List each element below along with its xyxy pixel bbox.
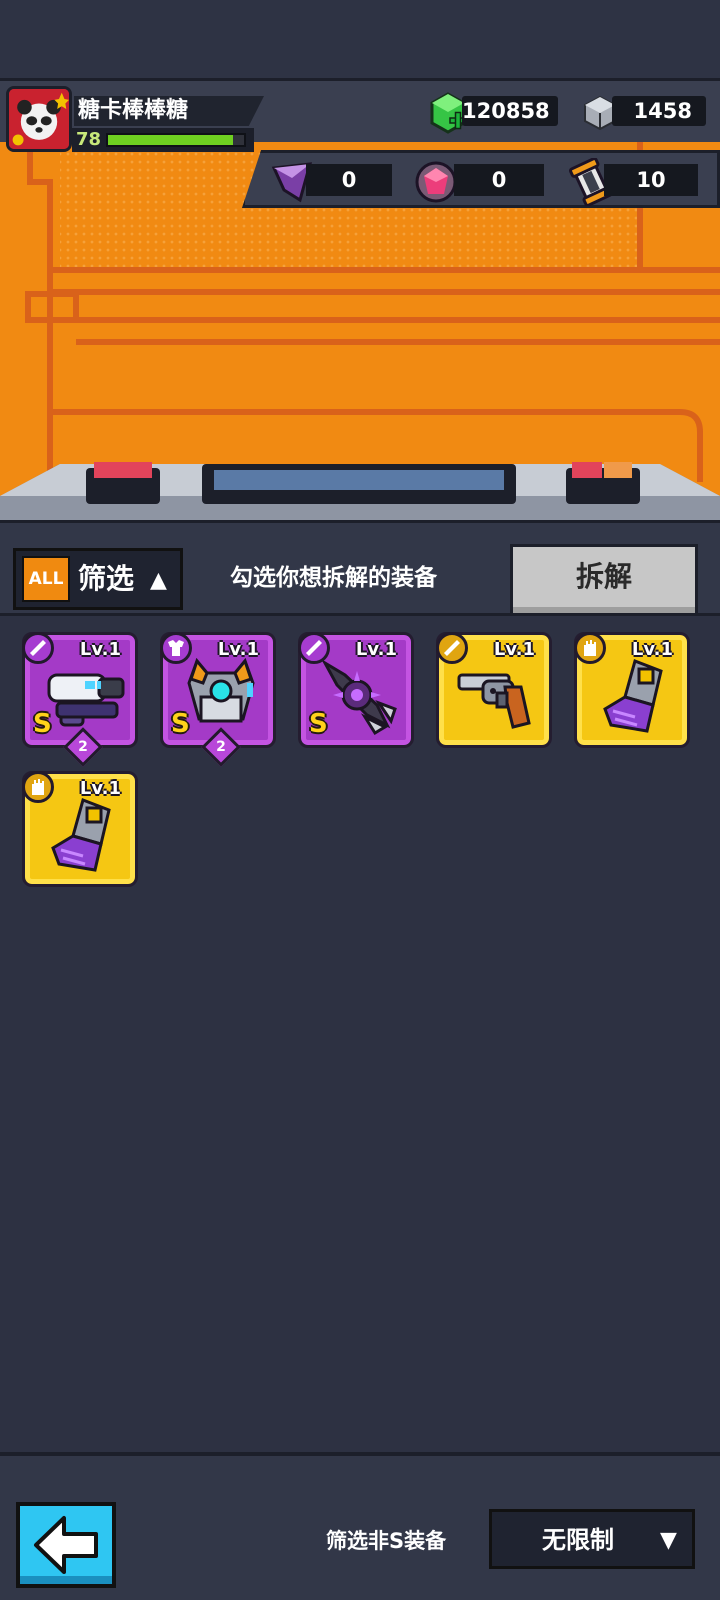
inventory-item-power-gauntlet[interactable]: Lv.1 [574, 632, 690, 748]
sword-icon [22, 632, 54, 664]
saw-blade-weapon-icon [321, 658, 397, 736]
resource-count-scroll: 10 [604, 164, 698, 196]
limit-value: 无限制 [542, 1526, 614, 1554]
resource-count-gem: 0 [454, 164, 544, 196]
gem-count: 120858 [462, 96, 558, 126]
power-gauntlet-icon [51, 798, 111, 872]
back-arrow-icon [34, 1516, 98, 1574]
stack-count: 2 [216, 739, 226, 755]
power-gauntlet-icon [603, 659, 663, 733]
mech-armor-icon [187, 657, 255, 723]
xp-fill [108, 135, 234, 145]
armor-icon [160, 632, 192, 664]
player-avatar[interactable] [6, 86, 72, 152]
cube-count: 1458 [612, 96, 706, 126]
inventory-item-power-gauntlet[interactable]: Lv.1 [22, 771, 138, 887]
inventory-item-mech-armor[interactable]: Lv.1 S 2 [160, 632, 276, 767]
console-ledge [0, 462, 720, 520]
chevron-down-icon: ▼ [660, 1528, 677, 1553]
filter-label: 筛选 [78, 562, 135, 595]
sword-icon [298, 632, 330, 664]
filter-arrow-up-icon: ▲ [150, 568, 167, 593]
item-level: Lv.1 [631, 639, 673, 660]
glove-icon [22, 771, 54, 803]
panda-avatar-icon [9, 89, 69, 149]
item-level: Lv.1 [79, 778, 121, 799]
sword-icon [436, 632, 468, 664]
item-grade: S [33, 709, 52, 739]
item-grade: S [309, 709, 328, 739]
xp-bar [106, 133, 246, 147]
laser-blaster-icon [47, 673, 125, 727]
dismantle-hint: 勾选你想拆解的装备 [230, 565, 437, 591]
stack-count: 2 [78, 739, 88, 755]
item-level: Lv.1 [79, 639, 121, 660]
revolver-icon [457, 673, 531, 729]
resource-count-shard: 0 [306, 164, 392, 196]
item-grade: S [171, 709, 190, 739]
item-level: Lv.1 [355, 639, 397, 660]
all-badge: ALL [22, 556, 70, 602]
status-strip [0, 0, 720, 80]
inventory-item-revolver[interactable]: Lv.1 [436, 632, 552, 748]
item-level: Lv.1 [217, 639, 259, 660]
filter-button[interactable]: ALL 筛选 ▲ [13, 548, 183, 610]
back-button[interactable] [16, 1502, 116, 1588]
limit-dropdown[interactable]: 无限制 ▼ [489, 1509, 695, 1569]
item-level: Lv.1 [493, 639, 535, 660]
non-s-filter-label: 筛选非S装备 [326, 1529, 447, 1553]
dismantle-button[interactable]: 拆解 [510, 544, 698, 616]
player-name: 糖卡棒棒糖 [74, 96, 264, 126]
inventory-item-saw-blade-weapon[interactable]: Lv.1 S [298, 632, 414, 748]
glove-icon [574, 632, 606, 664]
inventory-item-laser-blaster[interactable]: Lv.1 S 2 [22, 632, 138, 767]
player-level: 78 [76, 129, 102, 150]
pink-gem-icon [415, 161, 457, 203]
